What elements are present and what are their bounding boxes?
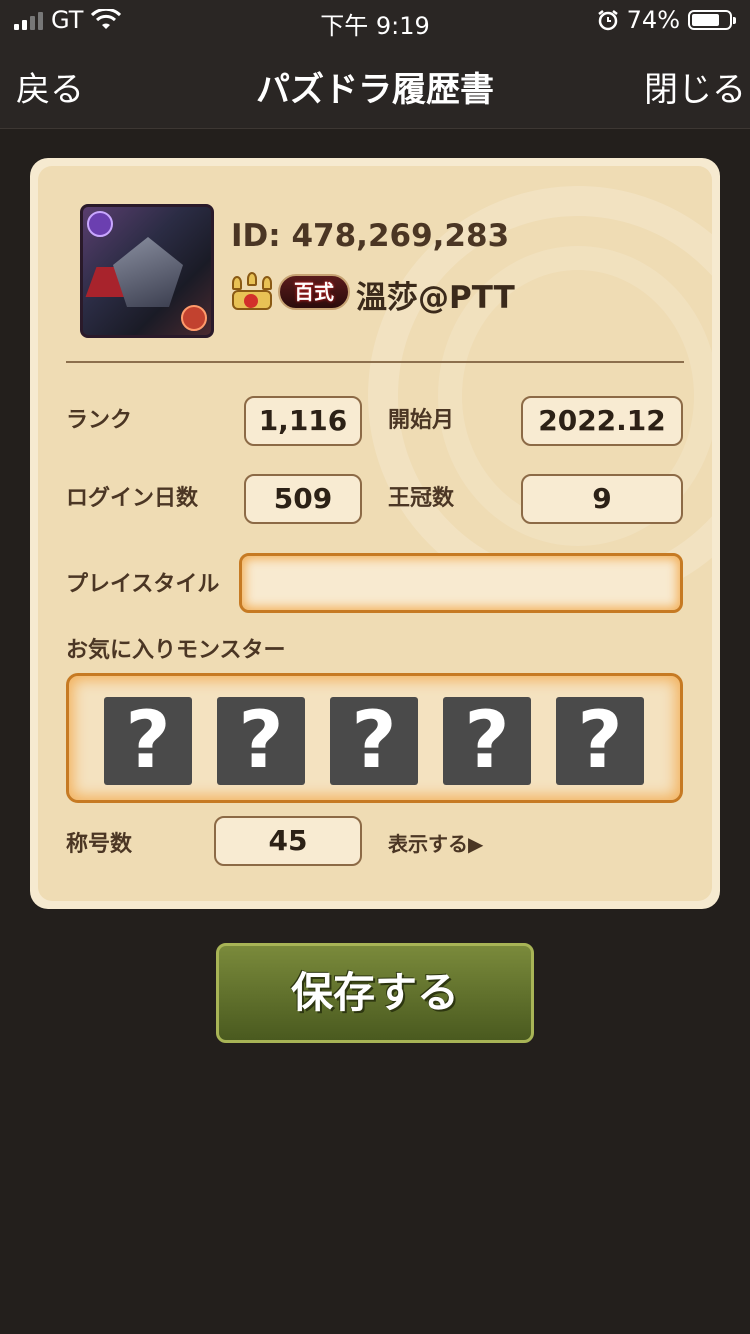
player-name: 溫莎@PTT [356, 280, 515, 316]
close-button[interactable]: 閉じる [644, 62, 746, 111]
crown-icon [228, 272, 276, 314]
status-right: 74% [597, 6, 736, 34]
battery-percent: 74% [626, 6, 680, 34]
question-icon: ? [351, 696, 397, 786]
rank-label: ランク [66, 408, 133, 433]
question-icon: ? [238, 696, 284, 786]
favorite-slot-3[interactable]: ? [330, 697, 418, 785]
favorites-label: お気に入りモンスター [66, 638, 286, 663]
profile-card-inner: ID: 478,269,283 百式 溫莎@PTT ランク 1,116 開始月 … [38, 166, 712, 901]
fire-attribute-icon [181, 305, 207, 331]
start-month-label: 開始月 [388, 408, 455, 433]
save-button[interactable]: 保存する [216, 943, 534, 1043]
divider [66, 361, 684, 363]
battery-icon [688, 10, 736, 30]
question-icon: ? [464, 696, 510, 786]
playstyle-input[interactable] [239, 553, 683, 613]
crown-count-label: 王冠数 [388, 486, 455, 511]
titles-count-label: 称号数 [66, 832, 133, 857]
login-days-label: ログイン日数 [66, 486, 199, 511]
monster-avatar[interactable] [80, 204, 214, 338]
question-icon: ? [577, 696, 623, 786]
rank-value: 1,116 [244, 396, 362, 446]
login-days-value: 509 [244, 474, 362, 524]
titles-count-value: 45 [214, 816, 362, 866]
profile-card: ID: 478,269,283 百式 溫莎@PTT ランク 1,116 開始月 … [30, 158, 720, 909]
show-titles-link[interactable]: 表示する▶ [388, 828, 483, 857]
favorite-slot-1[interactable]: ? [104, 697, 192, 785]
start-month-value: 2022.12 [521, 396, 683, 446]
question-icon: ? [125, 696, 171, 786]
favorite-slot-4[interactable]: ? [443, 697, 531, 785]
title-badge: 百式 [278, 274, 350, 310]
favorite-slot-5[interactable]: ? [556, 697, 644, 785]
alarm-icon [597, 10, 618, 31]
page-title: パズドラ履歴書 [256, 70, 494, 110]
favorite-monsters-box: ? ? ? ? ? [66, 673, 683, 803]
favorite-slot-2[interactable]: ? [217, 697, 305, 785]
playstyle-label: プレイスタイル [66, 572, 220, 597]
crown-count-value: 9 [521, 474, 683, 524]
player-id: ID: 478,269,283 [231, 218, 510, 254]
status-bar: GT 下午 9:19 74% [0, 0, 750, 44]
dark-attribute-icon [87, 211, 113, 237]
navigation-bar: 戻る パズドラ履歴書 閉じる [0, 44, 750, 129]
